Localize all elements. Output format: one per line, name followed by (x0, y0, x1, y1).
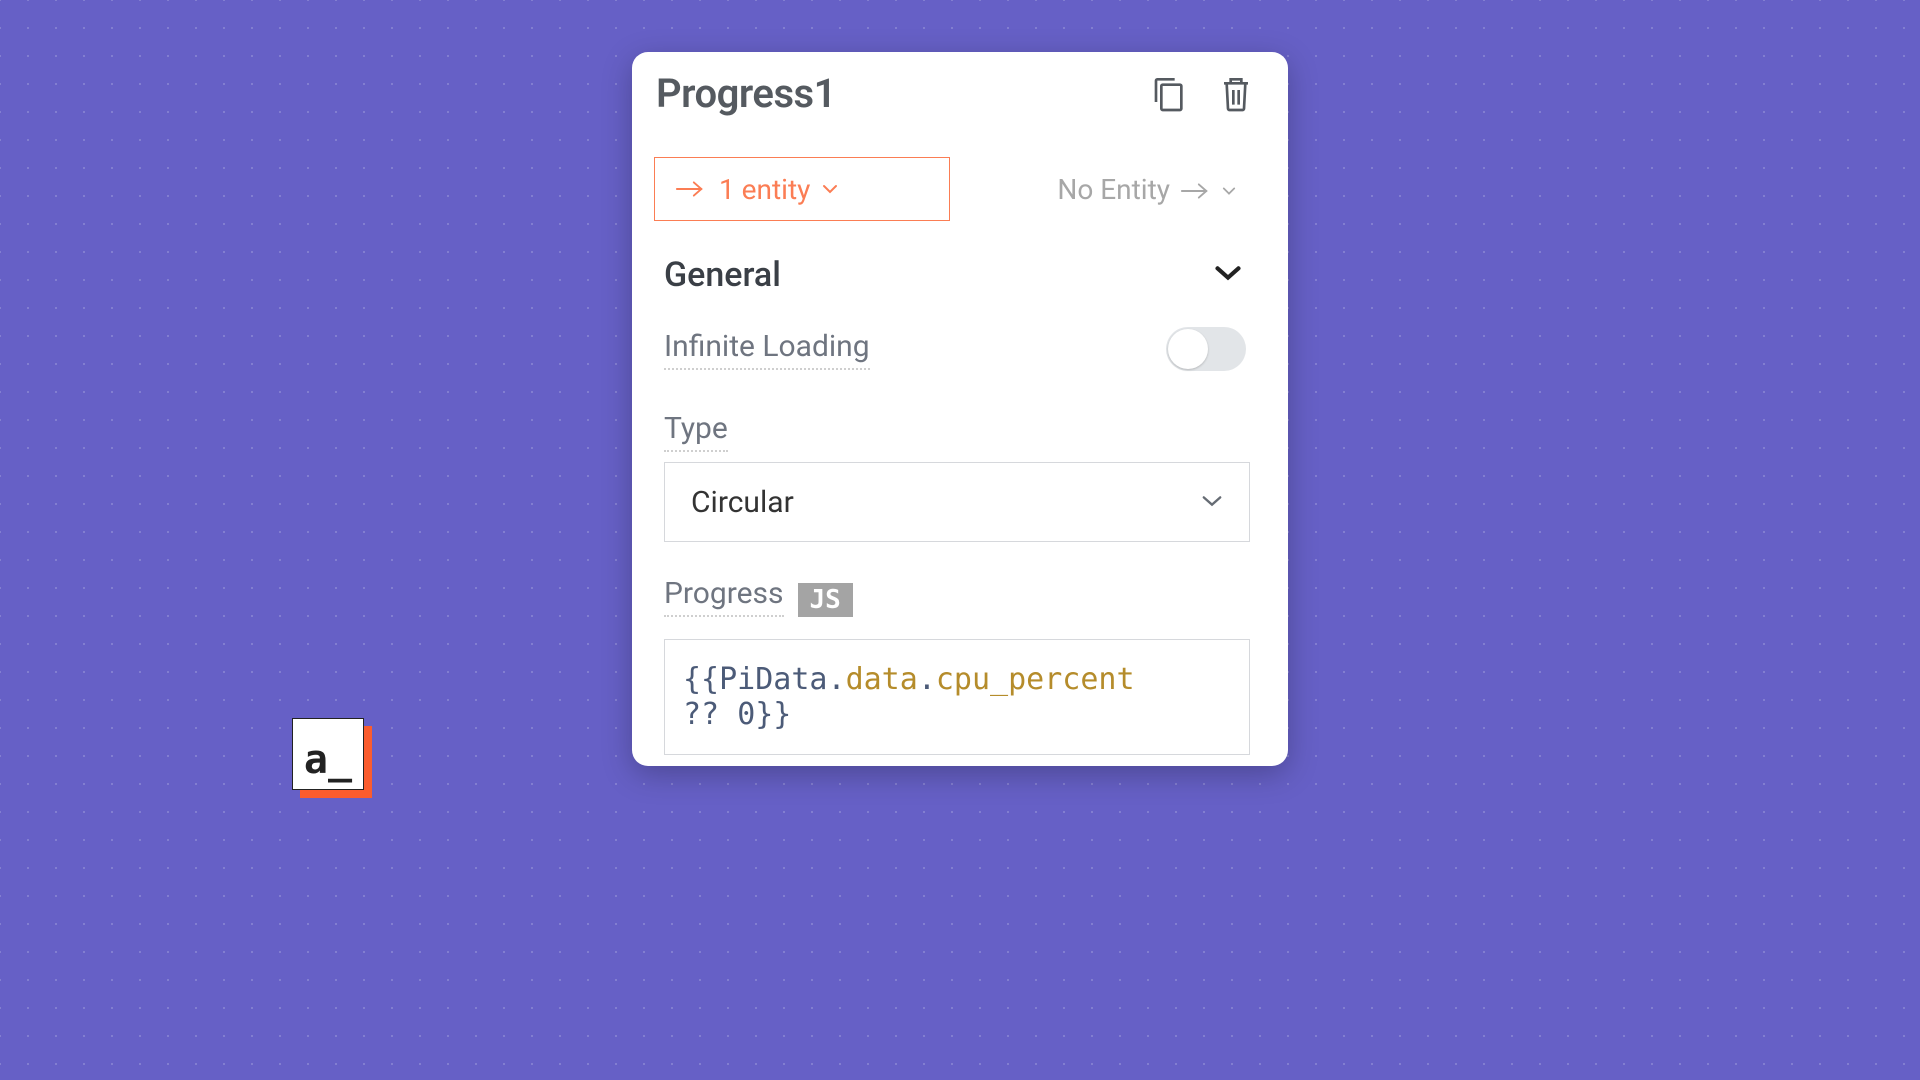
code-token: . (918, 662, 936, 697)
section-header-general[interactable]: General (632, 233, 1288, 303)
code-token: }} (755, 697, 791, 732)
chevron-down-icon (1222, 173, 1236, 206)
code-token: . (828, 662, 846, 697)
section-title: General (664, 255, 781, 295)
code-token: PiData (719, 662, 827, 697)
infinite-loading-label: Infinite Loading (664, 329, 870, 370)
incoming-entity-dropdown[interactable]: 1 entity (654, 157, 950, 221)
code-token: data (846, 662, 918, 697)
panel-header: Progress1 (632, 52, 1288, 127)
type-selected-value: Circular (691, 485, 794, 520)
arrow-right-icon (1180, 173, 1212, 206)
incoming-entity-label: 1 entity (719, 173, 810, 206)
logo-text: a_ (304, 737, 352, 783)
js-badge[interactable]: JS (798, 583, 853, 617)
progress-label: Progress (664, 576, 784, 617)
chevron-down-icon (822, 180, 838, 199)
appsmith-logo: a_ (292, 718, 372, 798)
progress-code-input[interactable]: {{PiData.data.cpu_percent?? 0}} (664, 639, 1250, 755)
delete-button[interactable] (1216, 71, 1256, 117)
header-actions (1148, 71, 1264, 117)
copy-button[interactable] (1148, 71, 1188, 117)
code-token: 0 (737, 697, 755, 732)
code-token: ?? (683, 697, 719, 732)
logo-foreground: a_ (292, 718, 364, 790)
code-token: {{ (683, 662, 719, 697)
type-section: Type Circular (632, 371, 1288, 542)
entity-row: 1 entity No Entity (632, 127, 1288, 233)
progress-section: Progress JS {{PiData.data.cpu_percent?? … (632, 542, 1288, 755)
infinite-loading-toggle[interactable] (1166, 327, 1246, 371)
type-label: Type (664, 411, 728, 452)
trash-icon (1220, 75, 1252, 113)
copy-icon (1152, 75, 1184, 113)
outgoing-entity-dropdown[interactable]: No Entity (1057, 173, 1266, 206)
properties-panel: Progress1 (632, 52, 1288, 766)
infinite-loading-row: Infinite Loading (632, 303, 1288, 371)
code-token (719, 697, 737, 732)
chevron-down-icon (1214, 264, 1242, 286)
progress-label-row: Progress JS (664, 576, 1250, 617)
type-select[interactable]: Circular (664, 462, 1250, 542)
no-entity-label: No Entity (1057, 173, 1170, 206)
toggle-knob (1168, 329, 1208, 369)
code-token: cpu_percent (936, 662, 1135, 697)
arrow-right-icon (675, 180, 707, 198)
chevron-down-icon (1201, 493, 1223, 512)
widget-name-title: Progress1 (656, 70, 1148, 117)
